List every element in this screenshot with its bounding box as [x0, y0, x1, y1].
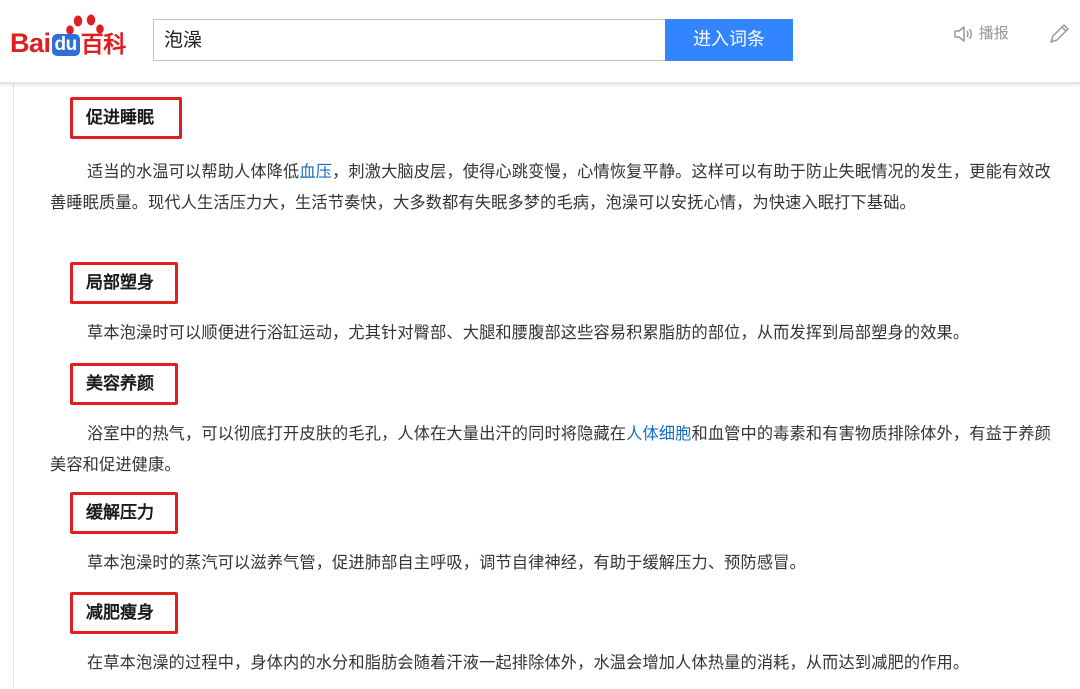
paragraph-text: 草本泡澡时可以顺便进行浴缸运动，尤其针对臀部、大腿和腰腹部这些容易积累脂肪的部位… — [87, 323, 970, 342]
section-heading: 缓解压力 — [70, 492, 178, 534]
section-paragraph: 草本泡澡时可以顺便进行浴缸运动，尤其针对臀部、大腿和腰腹部这些容易积累脂肪的部位… — [50, 317, 1060, 348]
paragraph-text: 浴室中的热气，可以彻底打开皮肤的毛孔，人体在大量出汗的同时将隐藏在 — [87, 424, 627, 443]
paragraph-text: 在草本泡澡的过程中，身体内的水分和脂肪会随着汗液一起排除体外，水温会增加人体热量… — [87, 653, 970, 672]
paragraph-text: 适当的水温可以帮助人体降低 — [87, 162, 300, 181]
section-paragraph: 草本泡澡时的蒸汽可以滋养气管，促进肺部自主呼吸，调节自律神经，有助于缓解压力、预… — [50, 547, 1060, 578]
section-paragraph: 在草本泡澡的过程中，身体内的水分和脂肪会随着汗液一起排除体外，水温会增加人体热量… — [50, 647, 1060, 678]
link-blood-pressure[interactable]: 血压 — [299, 162, 332, 181]
logo-baike: 百科 — [80, 31, 127, 57]
section-paragraph: 适当的水温可以帮助人体降低血压，刺激大脑皮层，使得心跳变慢，心情恢复平静。这样可… — [50, 156, 1060, 218]
paragraph-text: 草本泡澡时的蒸汽可以滋养气管，促进肺部自主呼吸，调节自律神经，有助于缓解压力、预… — [87, 553, 806, 572]
link-human-cells[interactable]: 人体细胞 — [626, 424, 691, 443]
section-heading: 美容养颜 — [70, 363, 178, 405]
section-heading: 局部塑身 — [70, 262, 178, 304]
logo-du: du — [51, 34, 80, 56]
article-content: 促进睡眠 适当的水温可以帮助人体降低血压，刺激大脑皮层，使得心跳变慢，心情恢复平… — [0, 82, 1080, 689]
section-paragraph: 浴室中的热气，可以彻底打开皮肤的毛孔，人体在大量出汗的同时将隐藏在人体细胞和血管… — [50, 418, 1060, 480]
section-heading: 减肥瘦身 — [70, 592, 178, 634]
speaker-icon — [954, 25, 972, 42]
logo-bai: Bai — [10, 28, 51, 58]
logo-text: Bai du 百科 — [10, 28, 126, 58]
edit-button[interactable] — [1047, 22, 1073, 46]
baidu-baike-logo[interactable]: Bai du 百科 — [10, 14, 145, 60]
speak-label: 播报 — [978, 24, 1009, 42]
enter-entry-button[interactable]: 进入词条 — [665, 19, 793, 61]
pencil-icon — [1050, 24, 1069, 43]
section-heading: 促进睡眠 — [70, 97, 182, 139]
search-input[interactable]: 泡澡 — [153, 19, 665, 61]
top-header: Bai du 百科 泡澡 进入词条 播报 — [0, 0, 1080, 83]
speak-button[interactable]: 播报 — [952, 22, 1009, 46]
